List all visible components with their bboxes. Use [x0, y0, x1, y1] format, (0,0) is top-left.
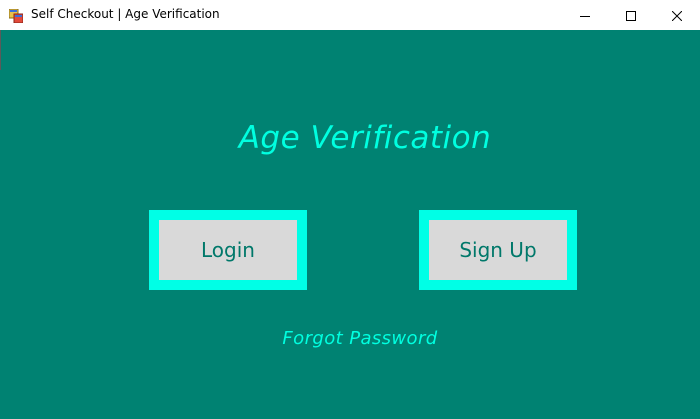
signup-button-frame: Sign Up: [419, 210, 577, 290]
forgot-password-link[interactable]: Forgot Password: [240, 328, 480, 349]
login-button-frame: Login: [149, 210, 307, 290]
maximize-icon: [626, 6, 636, 25]
maximize-button[interactable]: [608, 0, 654, 30]
page-title: Age Verification: [238, 120, 492, 156]
app-form-icon: [8, 8, 24, 24]
form-client-area: Age Verification Login Sign Up Forgot Pa…: [0, 30, 700, 419]
window-title: Self Checkout | Age Verification: [31, 7, 220, 21]
app-window: Self Checkout | Age Verification Age Ver…: [0, 0, 700, 419]
close-button[interactable]: [654, 0, 700, 30]
title-bar[interactable]: Self Checkout | Age Verification: [0, 0, 700, 30]
signup-button[interactable]: Sign Up: [429, 220, 567, 280]
minimize-icon: [580, 6, 590, 25]
window-edge: [0, 30, 1, 70]
close-icon: [671, 6, 683, 25]
login-button[interactable]: Login: [159, 220, 297, 280]
minimize-button[interactable]: [562, 0, 608, 30]
